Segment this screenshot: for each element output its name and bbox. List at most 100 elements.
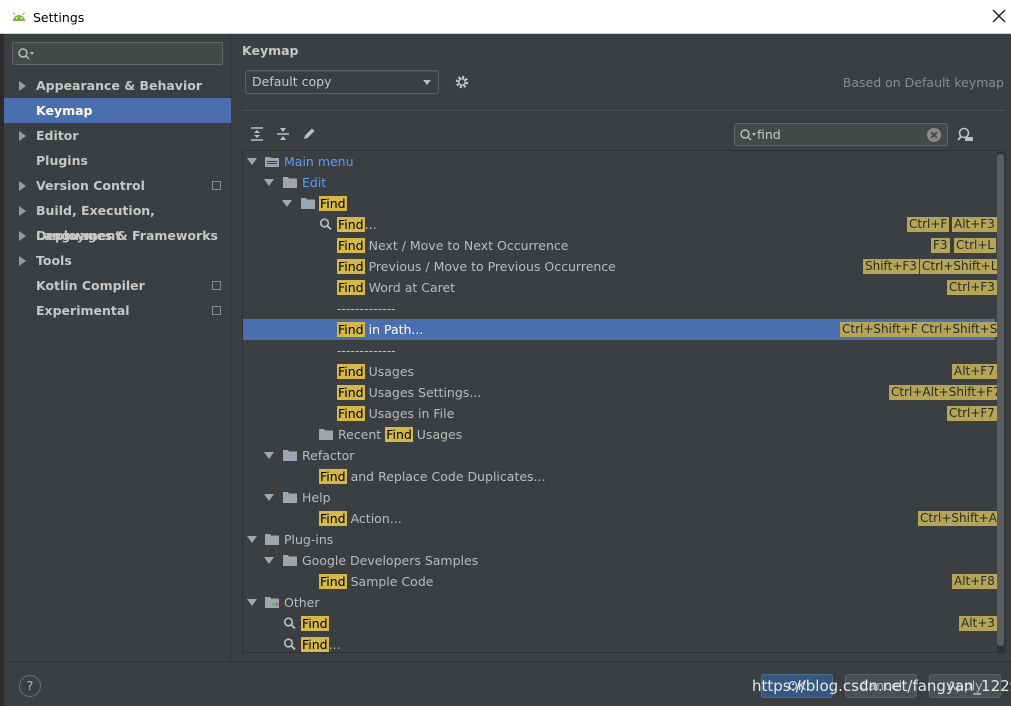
tree-label-rest: Sample Code bbox=[346, 574, 434, 589]
separator-text: ------------- bbox=[337, 343, 396, 358]
expand-arrow-icon[interactable] bbox=[19, 181, 26, 191]
sidebar-item-experimental[interactable]: Experimental bbox=[4, 298, 231, 323]
sidebar-item-label: Editor bbox=[36, 128, 79, 143]
tree-row-refactor[interactable]: Refactor bbox=[243, 445, 995, 466]
tree-label-rest: in Path... bbox=[364, 322, 424, 337]
match-highlight: Find bbox=[319, 196, 347, 211]
title-bar: Settings bbox=[0, 0, 1011, 34]
folder-icon bbox=[319, 429, 333, 440]
tree-label: Find... bbox=[337, 214, 377, 235]
folder-icon bbox=[283, 555, 297, 566]
tree-row-find-action[interactable]: Find Action... Ctrl+Shift+A bbox=[243, 508, 999, 529]
close-icon[interactable] bbox=[991, 8, 1007, 24]
match-highlight: Find bbox=[337, 322, 365, 337]
search-icon bbox=[319, 218, 332, 230]
tree-label: Find bbox=[301, 613, 329, 634]
watermark-text: https://blog.csdn.net/fangyan_1229 bbox=[752, 677, 1011, 695]
folder-icon bbox=[283, 492, 297, 503]
collapse-arrow-icon[interactable] bbox=[264, 179, 274, 186]
keymap-search-input[interactable] bbox=[757, 126, 917, 143]
find-by-shortcut-icon[interactable] bbox=[956, 126, 974, 142]
tree-row-other[interactable]: Other bbox=[243, 592, 995, 613]
tree-label-rest: Word at Caret bbox=[364, 280, 456, 295]
tree-label: Find Sample Code bbox=[319, 571, 433, 592]
tree-label-rest: ... bbox=[328, 637, 341, 652]
sidebar-item-tools[interactable]: Tools bbox=[4, 248, 231, 273]
tree-label: Recent Find Usages bbox=[338, 424, 462, 445]
tree-label: Plug-ins bbox=[284, 532, 334, 547]
tree-row-find-usages-file[interactable]: Find Usages in File Ctrl+F7 bbox=[243, 403, 997, 424]
collapse-arrow-icon[interactable] bbox=[264, 452, 274, 459]
sidebar-item-kotlin-compiler[interactable]: Kotlin Compiler bbox=[4, 273, 231, 298]
tree-row-other-find-dots[interactable]: Find... bbox=[243, 634, 995, 652]
collapse-arrow-icon[interactable] bbox=[264, 494, 274, 501]
gear-icon[interactable] bbox=[454, 74, 470, 90]
tree-label-rest: Usages Settings... bbox=[364, 385, 482, 400]
edit-pencil-icon[interactable] bbox=[301, 126, 317, 142]
match-highlight: Find bbox=[319, 469, 347, 484]
settings-search-input[interactable] bbox=[12, 42, 223, 65]
tree-row-find-in-path[interactable]: Find in Path... Ctrl+Shift+F Ctrl+Shift+… bbox=[243, 319, 1000, 340]
collapse-all-icon[interactable] bbox=[275, 126, 291, 142]
tree-row-google-samples[interactable]: Google Developers Samples bbox=[243, 550, 995, 571]
sidebar-item-label: Version Control bbox=[36, 178, 145, 193]
tree-row-find-usages-settings[interactable]: Find Usages Settings... Ctrl+Alt+Shift+F… bbox=[243, 382, 1003, 403]
tree-row-other-find[interactable]: Find Alt+3 bbox=[243, 613, 997, 634]
tree-label-rest: Previous / Move to Previous Occurrence bbox=[364, 259, 616, 274]
tree-row-find-previous[interactable]: Find Previous / Move to Previous Occurre… bbox=[243, 256, 1000, 277]
expand-arrow-icon[interactable] bbox=[19, 206, 26, 216]
shortcut-badge: Alt+3 bbox=[959, 616, 997, 631]
tree-row-find-replace-duplicates[interactable]: Find and Replace Code Duplicates... bbox=[243, 466, 995, 487]
keymap-scheme-select[interactable]: Default copy bbox=[245, 70, 439, 94]
sidebar-item-label: Kotlin Compiler bbox=[36, 278, 145, 293]
tree-row-plugins[interactable]: Plug-ins bbox=[243, 529, 995, 550]
tree-label: Help bbox=[302, 490, 331, 505]
collapse-arrow-icon[interactable] bbox=[247, 536, 257, 543]
sidebar-item-editor[interactable]: Editor bbox=[4, 123, 231, 148]
tree-row-edit[interactable]: Edit bbox=[243, 172, 995, 193]
collapse-arrow-icon[interactable] bbox=[282, 200, 292, 207]
expand-all-icon[interactable] bbox=[249, 126, 265, 142]
expand-arrow-icon[interactable] bbox=[19, 131, 26, 141]
tree-label-rest: Next / Move to Next Occurrence bbox=[364, 238, 569, 253]
expand-arrow-icon[interactable] bbox=[19, 256, 26, 266]
tree-row-find-usages[interactable]: Find Usages Alt+F7 bbox=[243, 361, 997, 382]
tree-label: Find Usages bbox=[337, 361, 414, 382]
tree-row-find-word[interactable]: Find Word at Caret Ctrl+F3 bbox=[243, 277, 997, 298]
tree-row-help[interactable]: Help bbox=[243, 487, 995, 508]
sidebar-item-version-control[interactable]: Version Control bbox=[4, 173, 231, 198]
scrollbar-thumb[interactable] bbox=[997, 154, 1004, 646]
sidebar-item-appearance[interactable]: Appearance & Behavior bbox=[4, 73, 231, 98]
tree-label-rest: Usages bbox=[412, 427, 463, 442]
sidebar-item-label: Experimental bbox=[36, 303, 130, 318]
collapse-arrow-icon[interactable] bbox=[247, 599, 257, 606]
tree-row-find-group[interactable]: Find bbox=[243, 193, 995, 214]
sidebar-item-build[interactable]: Build, Execution, Deployment bbox=[4, 198, 231, 243]
tree-label: Edit bbox=[302, 175, 327, 190]
match-highlight: Find bbox=[337, 259, 365, 274]
sidebar-item-plugins[interactable]: Plugins bbox=[4, 148, 231, 173]
shortcut-badge: Alt+F7 bbox=[952, 364, 997, 379]
match-highlight: Find bbox=[337, 217, 365, 232]
keymap-panel: Keymap Default copy Based on Default key… bbox=[232, 34, 1011, 661]
tree-row-separator: ------------- bbox=[243, 298, 995, 319]
collapse-arrow-icon[interactable] bbox=[247, 158, 257, 165]
tree-row-find[interactable]: Find... Ctrl+F Alt+F3 bbox=[243, 214, 997, 235]
sidebar-item-keymap[interactable]: Keymap bbox=[4, 98, 231, 123]
help-button[interactable]: ? bbox=[19, 675, 41, 697]
match-highlight: Find bbox=[337, 406, 365, 421]
expand-arrow-icon[interactable] bbox=[19, 231, 26, 241]
collapse-arrow-icon[interactable] bbox=[264, 557, 274, 564]
clear-search-icon[interactable] bbox=[927, 128, 941, 142]
expand-arrow-icon[interactable] bbox=[19, 81, 26, 91]
tree-row-find-next[interactable]: Find Next / Move to Next Occurrence F3 C… bbox=[243, 235, 997, 256]
tree-row-find-sample-code[interactable]: Find Sample Code Alt+F8 bbox=[243, 571, 997, 592]
tree-scrollbar[interactable] bbox=[997, 152, 1004, 652]
tree-label: Find... bbox=[301, 634, 341, 652]
shortcut-badge: Ctrl+Shift+S bbox=[919, 322, 1000, 337]
sidebar-item-languages[interactable]: Languages & Frameworks bbox=[4, 223, 231, 248]
tree-row-recent-find-usages[interactable]: Recent Find Usages bbox=[243, 424, 995, 445]
shortcut-badge: Ctrl+F3 bbox=[947, 280, 997, 295]
tree-row-main-menu[interactable]: Main menu bbox=[243, 151, 995, 172]
keymap-search-field[interactable] bbox=[734, 123, 948, 146]
